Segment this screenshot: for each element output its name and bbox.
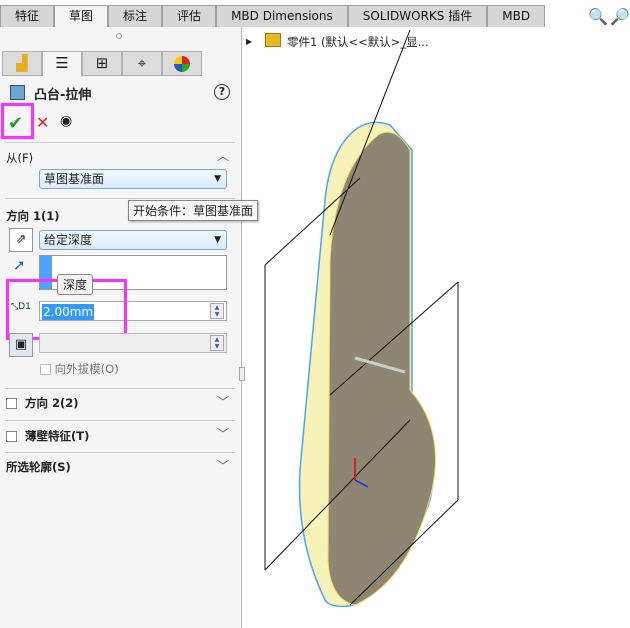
- expand-chevron-icon[interactable]: ﹀: [217, 425, 229, 442]
- divider: [5, 388, 235, 389]
- direction-arrow-icon: ➚: [13, 256, 26, 274]
- dimxpert-icon[interactable]: ⌖: [122, 51, 162, 76]
- depth-tooltip: 深度: [57, 274, 94, 295]
- feature-title: 凸台-拉伸: [34, 88, 92, 103]
- preview-eye-icon[interactable]: ◉: [60, 113, 72, 129]
- reverse-direction-icon[interactable]: ⇗: [9, 228, 33, 252]
- property-manager-icon[interactable]: ☰: [42, 51, 82, 76]
- property-manager: ▟ ☰ ⊞ ⌖ 凸台-拉伸 ? ✔ ✕ ◉ 从(F) ︿ 草图基准面 ▼ 开始条件…: [0, 27, 259, 628]
- end-condition-dropdown[interactable]: 给定深度 ▼: [39, 230, 227, 250]
- help-icon[interactable]: ?: [214, 84, 230, 100]
- divider: [5, 198, 235, 199]
- divider: [5, 142, 235, 143]
- tab-evaluate[interactable]: 评估: [162, 5, 217, 27]
- direction2-section[interactable]: 方向 2(2): [6, 395, 79, 411]
- draft-outward-label: 向外拔模(O): [54, 362, 119, 376]
- collapse-chevron-icon[interactable]: ︿: [217, 147, 229, 164]
- depth-spinner[interactable]: ▲ ▼: [210, 303, 224, 319]
- thin-feature-label: 薄壁特征(T): [25, 429, 90, 443]
- divider: [5, 452, 235, 453]
- extrude-front-face: [327, 131, 437, 606]
- selected-contours-label[interactable]: 所选轮廓(S): [6, 459, 71, 475]
- command-manager-tabs: 特征 草图 标注 评估 MBD Dimensions SOLIDWORKS 插件…: [0, 5, 546, 28]
- graphics-area[interactable]: ▶ 零件1 (默认<<默认>_显... 🔍 🔎: [239, 7, 630, 628]
- tab-mbd[interactable]: MBD: [487, 5, 546, 27]
- from-dropdown[interactable]: 草图基准面 ▼: [39, 169, 227, 189]
- direction2-label: 方向 2(2): [25, 396, 79, 410]
- dropdown-arrow-icon: ▼: [214, 235, 221, 245]
- draft-angle-input[interactable]: ▲ ▼: [39, 333, 227, 353]
- thin-feature-section[interactable]: 薄壁特征(T): [6, 428, 89, 444]
- model-view: [264, 29, 459, 608]
- direction1-label: 方向 1(1): [6, 209, 60, 223]
- from-value: 草图基准面: [44, 172, 105, 186]
- configuration-manager-icon[interactable]: ⊞: [82, 51, 122, 76]
- zoom-to-fit-icon[interactable]: 🔍: [588, 7, 608, 26]
- splitter-handle[interactable]: [116, 33, 122, 39]
- tab-sketch[interactable]: 草图: [54, 5, 109, 28]
- tooltip: 开始条件：草图基准面: [128, 200, 259, 221]
- from-section-label: 从(F): [6, 151, 34, 165]
- tab-solidworks-addins[interactable]: SOLIDWORKS 插件: [347, 5, 488, 27]
- display-manager-icon[interactable]: [162, 51, 202, 76]
- tab-markup[interactable]: 标注: [108, 5, 163, 27]
- end-condition-value: 给定深度: [44, 233, 93, 247]
- zoom-area-icon[interactable]: 🔎: [610, 7, 630, 26]
- tab-mbd-dimensions[interactable]: MBD Dimensions: [216, 5, 348, 27]
- draft-outward-checkbox[interactable]: 向外拔模(O): [40, 361, 119, 377]
- boss-extrude-icon: [10, 85, 25, 100]
- tab-features[interactable]: 特征: [0, 5, 55, 27]
- dropdown-arrow-icon: ▼: [214, 174, 221, 184]
- divider: [5, 420, 235, 421]
- cancel-button[interactable]: ✕: [36, 113, 49, 132]
- feature-manager-icon[interactable]: ▟: [2, 51, 42, 76]
- draft-icon[interactable]: ▣: [9, 333, 33, 357]
- highlight-box-ok: [1, 103, 34, 139]
- expand-chevron-icon[interactable]: ﹀: [217, 457, 229, 474]
- draft-spinner[interactable]: ▲ ▼: [210, 335, 224, 351]
- expand-chevron-icon[interactable]: ﹀: [217, 393, 229, 410]
